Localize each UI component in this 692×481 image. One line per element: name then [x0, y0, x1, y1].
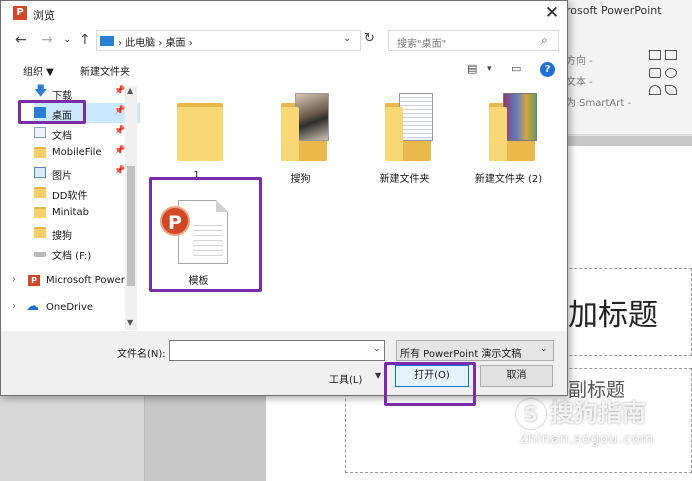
folder-with-books-icon — [489, 93, 537, 161]
pin-icon: 📌 — [114, 166, 126, 176]
curve-shape-icon[interactable] — [665, 85, 677, 95]
nav-item-label: 搜狗 — [52, 231, 72, 242]
file-item-new-folder[interactable]: 新建文件夹 — [357, 85, 452, 190]
drive-icon — [34, 252, 46, 257]
nav-item-label: Microsoft Power — [46, 275, 125, 286]
download-icon: 🡇 — [34, 84, 48, 99]
folder-icon — [177, 93, 223, 161]
back-button[interactable]: ← — [15, 31, 27, 49]
file-name: 新建文件夹 — [379, 174, 430, 185]
ribbon-align-text[interactable]: 文本 - — [566, 73, 593, 88]
slide-thumbnail-pane[interactable] — [0, 396, 145, 481]
scroll-down-icon[interactable]: ▼ — [127, 318, 133, 327]
forward-button[interactable]: → — [41, 31, 53, 49]
watermark-text: 搜狗指南 — [550, 399, 646, 427]
search-icon[interactable]: ⌕ — [541, 33, 548, 48]
dialog-footer: 文件名(N): ⌄ 所有 PowerPoint 演示文稿 ⌄ 工具(L) ▼ 打… — [1, 331, 567, 395]
dialog-titlebar[interactable]: P 浏览 ✕ — [1, 1, 567, 27]
address-dropdown-icon[interactable]: ⌄ — [343, 33, 351, 44]
folder-icon — [34, 207, 46, 218]
onedrive-icon: ☁ — [26, 299, 39, 314]
up-button[interactable]: ↑ — [79, 31, 91, 49]
highlight-template-file — [149, 177, 262, 292]
shapes-gallery[interactable] — [645, 48, 692, 100]
organize-button[interactable]: 组织 ▼ — [23, 63, 54, 78]
textbox-shape-icon[interactable] — [649, 50, 661, 60]
nav-item-label: MobileFile — [52, 147, 102, 158]
expand-chevron-icon[interactable]: › — [12, 274, 16, 285]
pin-icon: 📌 — [114, 106, 126, 116]
dialog-title: 浏览 — [33, 9, 55, 22]
highlight-desktop — [18, 100, 86, 124]
nav-item-label: 文档 — [52, 131, 72, 142]
folder-with-photo-icon — [281, 93, 329, 161]
help-icon[interactable]: ? — [540, 62, 555, 77]
chevron-down-icon[interactable]: ⌄ — [373, 344, 381, 354]
pin-icon: 📌 — [114, 146, 126, 156]
navigation-bar: ← → ⌄ ↑ › 此电脑 › 桌面 › ⌄ ↻ 搜索"桌面" ⌕ — [1, 28, 567, 54]
filename-label: 文件名(N): — [117, 349, 166, 360]
oval-shape-icon[interactable] — [665, 68, 677, 78]
ribbon-text-direction[interactable]: 方向 - — [566, 52, 593, 67]
nav-item-label: OneDrive — [46, 302, 94, 313]
nav-item-label: 图片 — [52, 171, 72, 182]
textbox-vertical-shape-icon[interactable] — [665, 50, 677, 60]
close-button[interactable]: ✕ — [537, 1, 567, 25]
search-box[interactable]: 搜索"桌面" ⌕ — [388, 30, 559, 51]
address-bar[interactable]: › 此电脑 › 桌面 › ⌄ — [96, 30, 361, 51]
this-pc-icon — [100, 36, 114, 46]
filename-input[interactable]: ⌄ — [169, 340, 385, 361]
address-path[interactable]: › 此电脑 › 桌面 › — [118, 34, 193, 49]
change-view-icon[interactable]: ▤ — [467, 62, 477, 75]
highlight-open-button — [384, 362, 476, 406]
filetype-value: 所有 PowerPoint 演示文稿 — [400, 349, 522, 360]
watermark-logo-icon: S — [516, 399, 546, 429]
navigation-pane-scrollbar[interactable]: ▲ ▼ — [125, 86, 137, 330]
rectangle-shape-icon[interactable] — [649, 68, 661, 78]
arc-shape-icon[interactable] — [649, 85, 661, 95]
scroll-up-icon[interactable]: ▲ — [127, 86, 133, 95]
preview-pane-icon[interactable]: ▭ — [511, 62, 521, 75]
folder-with-document-icon — [385, 93, 433, 161]
watermark: S 搜狗指南 — [516, 393, 646, 429]
powerpoint-icon: P — [28, 275, 40, 286]
tools-button[interactable]: 工具(L) — [329, 371, 362, 386]
search-input[interactable]: 搜索"桌面" — [397, 35, 446, 50]
file-item-new-folder-2[interactable]: 新建文件夹 (2) — [461, 85, 556, 190]
folder-icon — [34, 187, 46, 198]
document-icon — [34, 127, 46, 138]
recent-locations-button[interactable]: ⌄ — [63, 31, 71, 49]
title-placeholder-text: 加标题 — [568, 298, 658, 333]
folder-icon — [34, 227, 46, 238]
nav-item-label: Minitab — [52, 207, 89, 218]
watermark-url: zhinan.sogou.com — [520, 432, 655, 447]
expand-chevron-icon[interactable]: › — [12, 301, 16, 312]
scroll-thumb[interactable] — [127, 166, 135, 286]
nav-item-microsoft-powerpoint[interactable]: › P Microsoft Power — [12, 271, 132, 291]
tools-dropdown-icon[interactable]: ▼ — [375, 371, 381, 380]
chevron-down-icon[interactable]: ⌄ — [540, 344, 548, 354]
command-bar: 组织 ▼ 新建文件夹 ▤ ▾ ▭ ? — [1, 56, 567, 83]
powerpoint-icon: P — [13, 6, 27, 20]
file-name: 新建文件夹 (2) — [474, 174, 543, 185]
file-name: 搜狗 — [290, 174, 311, 185]
file-item-folder-sogou[interactable]: 搜狗 — [253, 85, 348, 190]
filetype-select[interactable]: 所有 PowerPoint 演示文稿 ⌄ — [396, 340, 554, 361]
view-options-dropdown-icon[interactable]: ▾ — [487, 64, 492, 74]
nav-item-onedrive[interactable]: › ☁ OneDrive — [12, 298, 132, 318]
app-title: rosoft PowerPoint — [566, 4, 662, 17]
file-item-folder-1[interactable]: 1 — [149, 85, 244, 190]
folder-icon — [34, 147, 46, 158]
cancel-button[interactable]: 取消 — [480, 365, 553, 387]
nav-item-label: DD软件 — [52, 191, 88, 202]
refresh-button[interactable]: ↻ — [364, 31, 375, 46]
pin-icon: 📌 — [114, 126, 126, 136]
picture-icon — [34, 167, 46, 178]
ribbon-convert-smartart[interactable]: 为 SmartArt - — [566, 94, 631, 109]
new-folder-button[interactable]: 新建文件夹 — [80, 63, 130, 78]
nav-item-label: 文档 (F:) — [52, 251, 92, 262]
browse-dialog: P 浏览 ✕ ← → ⌄ ↑ › 此电脑 › 桌面 › ⌄ ↻ 搜索"桌面" ⌕… — [0, 0, 568, 406]
pin-icon: 📌 — [114, 86, 126, 96]
